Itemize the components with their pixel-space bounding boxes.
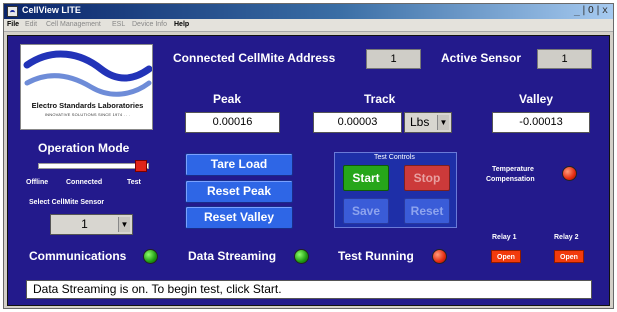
communications-led-icon — [143, 249, 158, 264]
title-bar: CellView LITE _|O|x — [4, 4, 613, 19]
operation-mode-slider[interactable] — [38, 163, 149, 169]
test-controls-panel: Test Controls Start Stop Save Reset — [334, 152, 457, 228]
logo-wave-graphic — [23, 50, 152, 97]
sensor-select-label: Select CellMite Sensor — [29, 199, 105, 206]
test-running-label: Test Running — [338, 249, 414, 263]
units-select[interactable]: Lbs ▼ — [404, 112, 452, 133]
valley-value: -0.00013 — [492, 112, 590, 133]
peak-label: Peak — [213, 92, 242, 106]
units-value: Lbs — [410, 115, 430, 129]
reset-valley-button[interactable]: Reset Valley — [185, 206, 293, 229]
sensor-select-value: 1 — [81, 217, 88, 231]
main-panel: Electro Standards Laboratories INNOVATIV… — [7, 35, 610, 306]
logo-tagline: INNOVATIVE SOLUTIONS SINCE 1974 . . . — [44, 112, 131, 117]
app-window: CellView LITE _|O|x File Edit Cell Manag… — [3, 3, 614, 309]
menu-esl[interactable]: ESL — [112, 21, 125, 28]
valley-label: Valley — [519, 92, 554, 106]
logo-company-name: Electro Standards Laboratories — [31, 101, 144, 110]
relay2-open-button[interactable]: Open — [554, 250, 584, 263]
test-controls-title: Test Controls — [374, 154, 415, 161]
relay2-label: Relay 2 — [554, 234, 579, 241]
reset-button[interactable]: Reset — [404, 198, 450, 224]
reset-peak-button[interactable]: Reset Peak — [185, 180, 293, 203]
temperature-compensation-led-icon[interactable] — [562, 166, 577, 181]
sensor-select[interactable]: 1 ▼ — [50, 214, 133, 235]
menu-cell-management[interactable]: Cell Management — [46, 21, 101, 28]
menu-bar: File Edit Cell Management ESL Device Inf… — [4, 19, 613, 32]
mode-option-test: Test — [127, 179, 141, 186]
mode-option-offline: Offline — [26, 179, 49, 186]
address-value: 1 — [366, 49, 421, 69]
window-controls[interactable]: _|O|x — [574, 5, 609, 16]
menu-edit[interactable]: Edit — [25, 21, 37, 28]
operation-mode-title: Operation Mode — [38, 141, 130, 155]
temperature-label-line1: Temperature — [492, 166, 534, 173]
data-streaming-label: Data Streaming — [188, 249, 277, 263]
save-button[interactable]: Save — [343, 198, 389, 224]
start-button[interactable]: Start — [343, 165, 389, 191]
menu-help[interactable]: Help — [174, 21, 189, 28]
status-bar: Data Streaming is on. To begin test, cli… — [26, 280, 592, 299]
tare-load-button[interactable]: Tare Load — [185, 153, 293, 176]
window-title: CellView LITE — [22, 5, 81, 15]
data-streaming-led-icon — [294, 249, 309, 264]
active-sensor-label: Active Sensor — [441, 51, 522, 65]
temperature-label-line2: Compensation — [486, 176, 535, 183]
peak-value: 0.00016 — [185, 112, 280, 133]
app-icon — [7, 6, 18, 17]
relay1-label: Relay 1 — [492, 234, 517, 241]
active-sensor-value: 1 — [537, 49, 592, 69]
chevron-down-icon[interactable]: ▼ — [118, 217, 130, 232]
address-label: Connected CellMite Address — [173, 51, 336, 65]
menu-file[interactable]: File — [7, 21, 19, 28]
mode-option-connected: Connected — [66, 179, 103, 186]
communications-label: Communications — [29, 249, 127, 263]
company-logo: Electro Standards Laboratories INNOVATIV… — [20, 44, 153, 130]
menu-device-info[interactable]: Device Info — [132, 21, 167, 28]
operation-mode-slider-thumb[interactable] — [135, 160, 147, 172]
track-label: Track — [364, 92, 396, 106]
chevron-down-icon[interactable]: ▼ — [437, 115, 449, 130]
stop-button[interactable]: Stop — [404, 165, 450, 191]
test-running-led-icon — [432, 249, 447, 264]
relay1-open-button[interactable]: Open — [491, 250, 521, 263]
track-value: 0.00003 — [313, 112, 402, 133]
